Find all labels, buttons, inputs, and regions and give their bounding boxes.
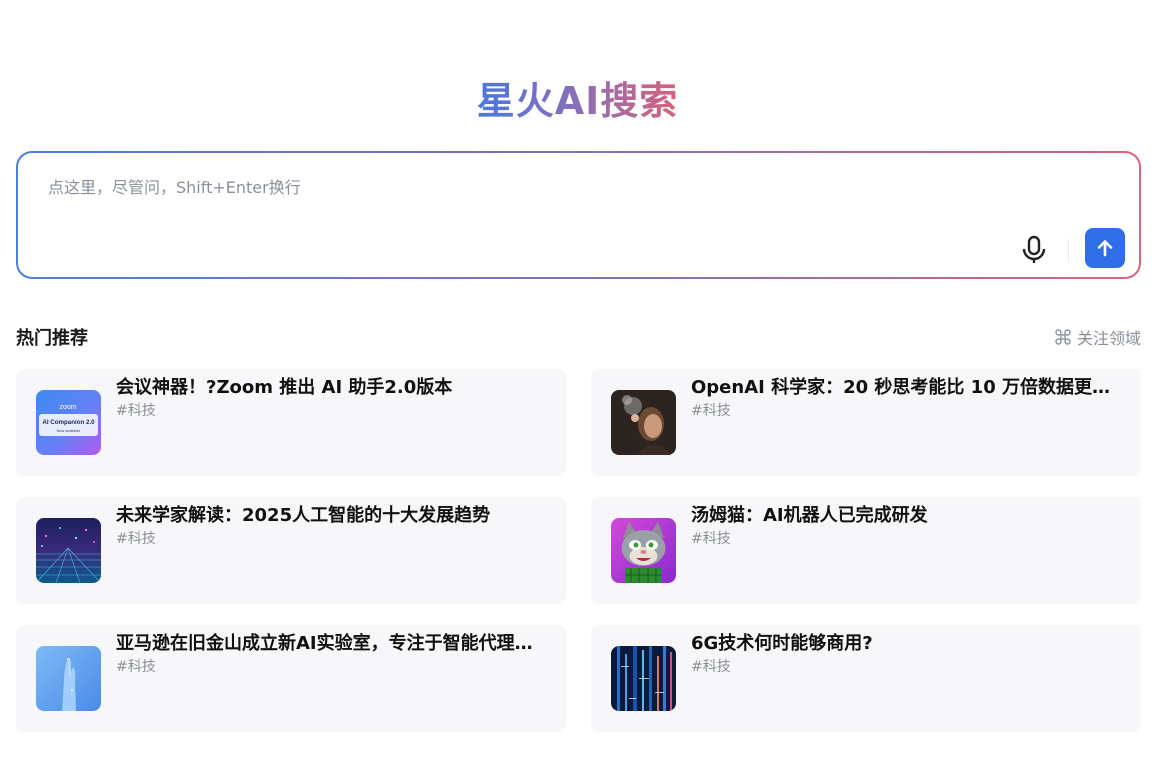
news-title: 未来学家解读：2025人工智能的十大发展趋势 xyxy=(116,505,491,526)
logo-text: 星火AI搜索 xyxy=(476,79,679,123)
news-title: 6G技术何时能够商用? xyxy=(691,633,873,654)
news-tag: #科技 xyxy=(691,531,731,547)
news-tag: #科技 xyxy=(116,403,156,419)
news-card[interactable]: zoom AI Companion 2.0 Now available 会议神器… xyxy=(16,369,566,476)
zoom-brand: zoom xyxy=(59,404,76,411)
zoom-product: AI Companion 2.0 xyxy=(42,419,95,426)
news-card[interactable]: 汤姆猫：AI机器人已完成研发 #科技 xyxy=(591,497,1141,604)
news-card[interactable]: 6G技术何时能够商用? #科技 xyxy=(591,625,1141,732)
zoom-sub: Now available xyxy=(57,429,81,433)
news-thumbnail xyxy=(36,646,101,711)
news-thumbnail xyxy=(611,518,676,583)
send-button[interactable] xyxy=(1085,228,1125,268)
news-card[interactable]: 亚马逊在旧金山成立新AI实验室，专注于智能代理研发 #科技 xyxy=(16,625,566,732)
toolbar-divider xyxy=(1068,239,1069,261)
section-title: 热门推荐 xyxy=(16,328,88,349)
follow-domains-button[interactable]: 关注领域 xyxy=(1054,325,1141,349)
news-tag: #科技 xyxy=(116,659,156,675)
news-tag: #科技 xyxy=(691,659,731,675)
news-title: OpenAI 科学家：20 秒思考能比 10 万倍数据更有效 xyxy=(691,377,1121,398)
microphone-icon xyxy=(1022,235,1046,263)
hot-recommend-header: 热门推荐 关注领域 xyxy=(16,324,1141,350)
follow-domains-label: 关注领域 xyxy=(1076,329,1141,348)
news-thumbnail xyxy=(611,646,676,711)
news-grid: zoom AI Companion 2.0 Now available 会议神器… xyxy=(16,369,1141,732)
news-card[interactable]: 未来学家解读：2025人工智能的十大发展趋势 #科技 xyxy=(16,497,566,604)
news-thumbnail xyxy=(36,518,101,583)
news-thumbnail xyxy=(611,390,676,455)
arrow-up-icon xyxy=(1097,240,1113,257)
voice-input-button[interactable] xyxy=(1019,233,1049,267)
news-title: 会议神器！?Zoom 推出 AI 助手2.0版本 xyxy=(116,377,453,398)
news-tag: #科技 xyxy=(691,403,731,419)
news-thumbnail: zoom AI Companion 2.0 Now available xyxy=(36,390,101,455)
app-logo: 星火AI搜索 xyxy=(0,70,1155,125)
news-card[interactable]: OpenAI 科学家：20 秒思考能比 10 万倍数据更有效 #科技 xyxy=(591,369,1141,476)
search-input[interactable] xyxy=(48,173,948,201)
news-title: 汤姆猫：AI机器人已完成研发 xyxy=(691,505,928,526)
news-tag: #科技 xyxy=(116,531,156,547)
search-box-inner xyxy=(18,153,1139,277)
news-title: 亚马逊在旧金山成立新AI实验室，专注于智能代理研发 xyxy=(116,633,546,654)
search-box xyxy=(16,151,1141,279)
command-icon xyxy=(1055,329,1071,345)
page: 星火AI搜索 热门推荐 xyxy=(0,0,1155,780)
